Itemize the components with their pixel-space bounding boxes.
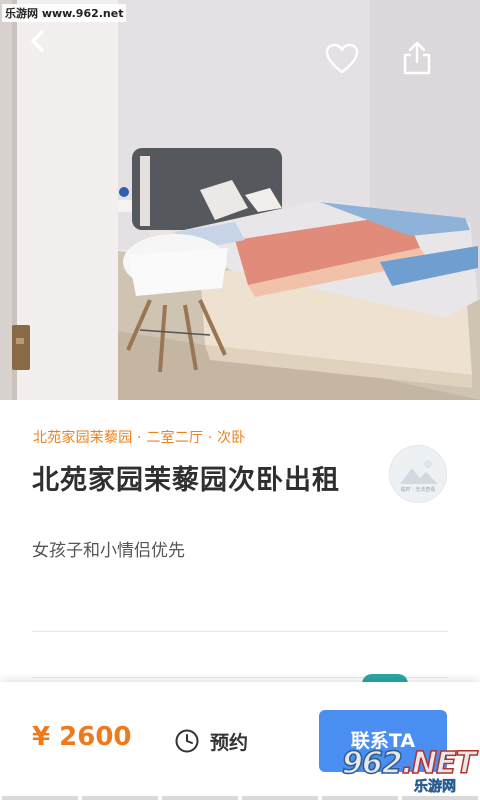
mountain-placeholder-icon xyxy=(390,446,446,502)
listing-title: 北苑家园茉藜园次卧出租 xyxy=(32,465,340,496)
site-watermark-logo: 962.NET 乐游网 xyxy=(341,745,477,796)
watermark-text: 乐游网 xyxy=(414,779,457,796)
room-photo[interactable]: 乐游网 www.962.net xyxy=(0,0,480,400)
favorite-button[interactable] xyxy=(324,42,360,76)
home-indicator xyxy=(0,796,480,800)
heart-outline-icon xyxy=(325,43,359,74)
landlord-avatar[interactable]: 临时 · 无法查看 xyxy=(389,445,447,503)
listing-details: 北苑家园茉藜园 · 二室二厅 · 次卧 北苑家园茉藜园次卧出租 临时 · 无法查… xyxy=(0,400,480,684)
share-icon xyxy=(403,41,431,75)
avatar-caption: 临时 · 无法查看 xyxy=(400,487,436,493)
watermark-top: 乐游网 www.962.net xyxy=(2,4,127,22)
chevron-left-icon xyxy=(31,30,44,52)
section-divider xyxy=(32,631,448,632)
share-button[interactable] xyxy=(400,40,434,76)
listing-description: 女孩子和小情侣优先 xyxy=(32,541,185,561)
reserve-label: 预约 xyxy=(210,731,249,754)
rent-price: ¥ 2600 xyxy=(32,722,132,752)
reserve-button[interactable]: 预约 xyxy=(174,726,248,756)
back-button[interactable] xyxy=(24,26,54,56)
clock-icon xyxy=(175,729,199,753)
listing-breadcrumb[interactable]: 北苑家园茉藜园 · 二室二厅 · 次卧 xyxy=(33,427,246,447)
